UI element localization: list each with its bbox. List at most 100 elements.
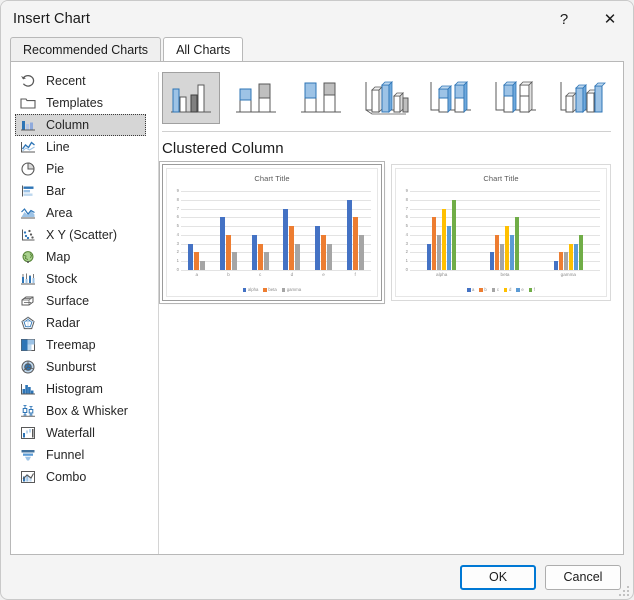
sidebar-item-templates[interactable]: Templates [15,92,146,114]
sidebar-item-histogram[interactable]: Histogram [15,378,146,400]
bar [437,234,442,270]
bar [558,252,563,270]
bar-group: a [181,191,213,277]
subtype-title: Clustered Column [162,140,284,157]
subtype-button-clustered-column[interactable] [162,72,220,124]
title-bar: Insert Chart ? ✕ [1,1,633,37]
bar [194,252,200,270]
ok-button[interactable]: OK [460,564,536,590]
bar-group: c [244,191,276,277]
sidebar-item-label: Line [46,140,70,154]
sidebar-item-box-whisker[interactable]: Box & Whisker [15,400,146,422]
sidebar-item-stock[interactable]: Stock [15,268,146,290]
bar-chart-icon [19,183,37,199]
stock-chart-icon [19,271,37,287]
sidebar-item-map[interactable]: Map [15,246,146,268]
subtype-button-3d-100-percent-stacked-column[interactable] [487,72,545,124]
histogram-chart-icon [19,381,37,397]
subtype-button-stacked-column[interactable] [227,72,285,124]
preview-gallery: Chart Title 0 1 2 3 4 5 6 7 8 9 a b c d e f alpha beta gamm… [159,161,611,304]
sidebar-item-label: Pie [46,162,65,176]
y-axis-tick-label: 6 [176,214,179,220]
legend-item: beta [263,286,277,292]
y-axis-tick-label: 0 [176,266,179,272]
waterfall-chart-icon [19,425,37,441]
subtype-button-100-percent-stacked-column[interactable] [292,72,350,124]
sidebar-item-label: Column [46,118,90,132]
bar [200,261,206,270]
sidebar-item-radar[interactable]: Radar [15,312,146,334]
legend-label: b [484,286,487,292]
resize-grip-icon[interactable] [619,586,630,597]
bar-group: beta [473,191,536,277]
legend-swatch [281,288,286,292]
chart-title: Chart Title [254,174,290,183]
bar [573,243,578,270]
bar [563,252,568,270]
sidebar-item-area[interactable]: Area [15,202,146,224]
subtype-button-3d-clustered-column[interactable] [357,72,415,124]
bar [495,234,500,270]
bar [263,252,269,270]
y-axis-tick-label: 0 [405,266,408,272]
legend-swatch [467,288,471,292]
sidebar-item-column[interactable]: Column [15,114,146,136]
map-chart-icon [19,249,37,265]
sidebar-item-label: Radar [46,316,81,330]
subtype-button-3d-stacked-column[interactable] [422,72,480,124]
scatter-chart-icon [19,227,37,243]
legend-item: b [479,286,487,292]
x-axis-tick-label: f [354,272,356,277]
sidebar-item-treemap[interactable]: Treemap [15,334,146,356]
cancel-button[interactable]: Cancel [545,564,621,590]
x-axis-tick-label: alpha [436,272,448,277]
chart-preview-1[interactable]: Chart Title 0 1 2 3 4 5 6 7 8 9 a b c d e f alpha beta gamm… [159,161,385,304]
bar [432,217,437,270]
sidebar-item-sunburst[interactable]: Sunburst [15,356,146,378]
sidebar-item-label: Map [46,250,71,264]
legend-swatch [242,288,247,292]
bar [515,217,520,270]
sidebar-item-label: Stock [46,272,78,286]
sidebar-item-label: Area [46,206,73,220]
sidebar-item-bar[interactable]: Bar [15,180,146,202]
bar [505,226,510,270]
tab-all-charts[interactable]: All Charts [163,37,244,61]
help-icon[interactable]: ? [541,1,587,37]
sidebar-item-label: Sunburst [46,360,97,374]
bar [442,208,447,270]
templates-folder-icon [19,95,37,111]
tab-recommended-charts[interactable]: Recommended Charts [10,37,162,61]
sidebar-item-label: Funnel [46,448,85,462]
sidebar-item-line[interactable]: Line [15,136,146,158]
sidebar-item-recent[interactable]: Recent [15,70,146,92]
sidebar-item-combo[interactable]: Combo [15,466,146,488]
sidebar-item-label: Bar [46,184,66,198]
y-axis-tick-label: 3 [176,240,179,246]
sidebar-item-pie[interactable]: Pie [15,158,146,180]
sidebar-item-surface[interactable]: Surface [15,290,146,312]
chart-preview-2[interactable]: Chart Title 0 1 2 3 4 5 6 7 8 9 alpha beta gamma a b c d e… [391,164,611,301]
x-axis-tick-label: d [290,272,294,277]
legend-label: c [496,286,499,292]
y-axis-tick-label: 2 [176,249,179,255]
bar-group: d [276,191,308,277]
sidebar-item-label: Waterfall [46,426,95,440]
x-axis-tick-label: e [322,272,325,277]
x-axis-tick-label: gamma [560,272,576,277]
subtype-strip [162,72,611,124]
bar-group: alpha [410,191,473,277]
gridline: 0 [177,267,371,272]
bar [578,234,583,270]
dialog-body: Recent Templates Column Line Pie Bar Area X Y (… [10,61,624,555]
sidebar-item-funnel[interactable]: Funnel [15,444,146,466]
sidebar-item-label: Histogram [46,382,103,396]
bar [447,226,452,270]
y-axis-tick-label: 4 [405,231,408,237]
legend-label: beta [268,286,277,292]
subtype-button-3d-column[interactable] [552,72,610,124]
sidebar-item-x-y-scatter-[interactable]: X Y (Scatter) [15,224,146,246]
bar [283,208,289,270]
close-icon[interactable]: ✕ [587,1,633,37]
sidebar-item-waterfall[interactable]: Waterfall [15,422,146,444]
